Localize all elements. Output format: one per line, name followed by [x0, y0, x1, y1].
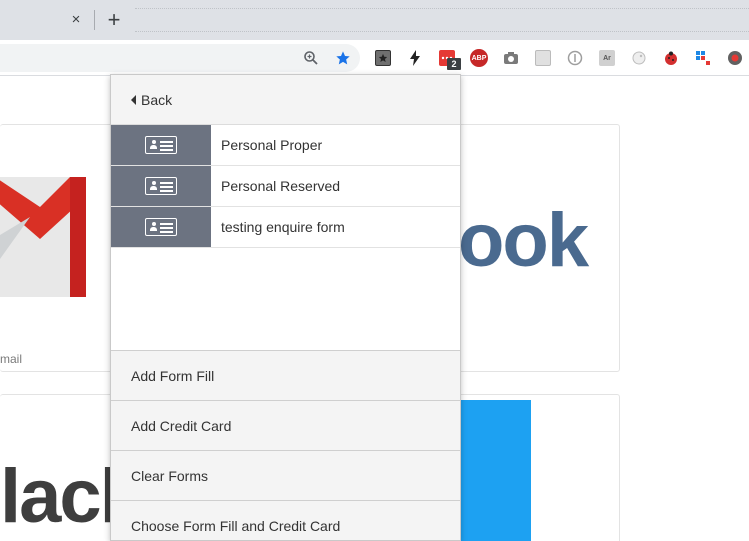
choose-form-fill-button[interactable]: Choose Form Fill and Credit Card: [111, 500, 460, 540]
form-item-testing-enquire[interactable]: testing enquire form: [111, 207, 460, 248]
form-item-personal-reserved[interactable]: Personal Reserved: [111, 166, 460, 207]
ext-camera-icon[interactable]: [501, 48, 521, 68]
ext-circle-icon[interactable]: [565, 48, 585, 68]
facebook-logo-text: ook: [458, 198, 589, 283]
form-item-label: Personal Reserved: [221, 178, 341, 194]
add-form-fill-button[interactable]: Add Form Fill: [111, 350, 460, 400]
forms-list: Personal Proper Personal Reserved testin…: [111, 125, 460, 248]
back-button[interactable]: Back: [131, 92, 172, 108]
form-item-label: Personal Proper: [221, 137, 323, 153]
ext-moon-icon[interactable]: [629, 48, 649, 68]
roboform-badge: 2: [447, 58, 461, 70]
popup-actions: Add Form Fill Add Credit Card Clear Form…: [111, 350, 460, 540]
identity-card-cell: [111, 166, 211, 206]
ext-text-icon[interactable]: Ar: [597, 48, 617, 68]
twitter-logo-block: [460, 400, 531, 541]
gmail-tile-label: mail: [0, 352, 23, 366]
tab-close-icon[interactable]: ×: [68, 12, 84, 28]
identity-card-cell: [111, 125, 211, 165]
identity-card-cell: [111, 207, 211, 247]
tab-strip: × +: [0, 0, 749, 40]
form-item-personal-proper[interactable]: Personal Proper: [111, 125, 460, 166]
gmail-logo-icon: [0, 177, 86, 297]
ext-gray-icon[interactable]: [533, 48, 553, 68]
roboform-popup: Back Personal Proper Personal Reserved t…: [110, 74, 461, 541]
ext-record-icon[interactable]: [725, 48, 745, 68]
clear-forms-button[interactable]: Clear Forms: [111, 450, 460, 500]
slack-logo-text: lacl: [0, 454, 121, 539]
popup-header: Back: [111, 75, 460, 125]
identity-card-icon: [145, 136, 177, 154]
zoom-icon[interactable]: [301, 48, 321, 68]
bookmark-star-icon[interactable]: [333, 48, 353, 68]
ext-lightning-icon[interactable]: [405, 48, 425, 68]
ext-ladybug-icon[interactable]: [661, 48, 681, 68]
identity-card-icon: [145, 218, 177, 236]
ext-grid-icon[interactable]: [693, 48, 713, 68]
browser-toolbar: ABP Ar: [0, 40, 749, 76]
ext-adblock-icon[interactable]: ABP: [469, 48, 489, 68]
tab-separator: [94, 10, 95, 30]
identity-card-icon: [145, 177, 177, 195]
form-item-label: testing enquire form: [221, 219, 345, 235]
add-credit-card-button[interactable]: Add Credit Card: [111, 400, 460, 450]
caret-left-icon: [131, 95, 136, 105]
tab-strip-drag-area: [135, 8, 749, 32]
new-tab-button[interactable]: +: [104, 9, 124, 31]
back-label: Back: [141, 92, 173, 108]
ext-bookmark-icon[interactable]: [373, 48, 393, 68]
